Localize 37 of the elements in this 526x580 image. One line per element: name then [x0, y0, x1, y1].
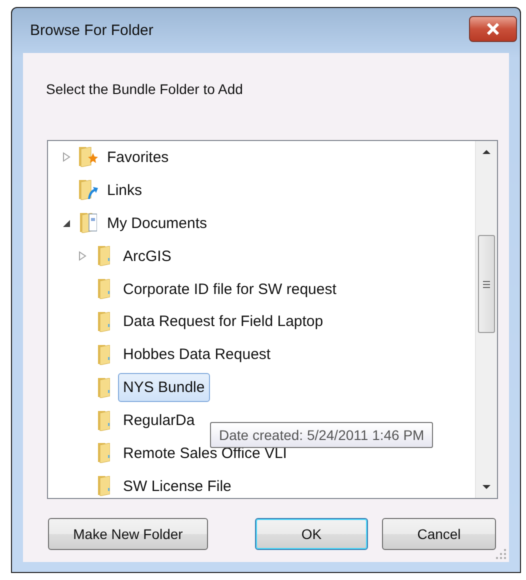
tree-item[interactable]: SW License File	[118, 472, 236, 498]
expand-arrow-icon[interactable]	[62, 152, 70, 162]
expand-arrow-icon[interactable]	[78, 251, 86, 262]
dialog-button[interactable]: Cancel	[382, 518, 496, 550]
collapse-arrow-icon[interactable]	[62, 218, 70, 228]
prompt-text: Select the Bundle Folder to Add	[45, 80, 244, 97]
tree-item[interactable]: Corporate ID file for SW request	[118, 274, 342, 304]
scroll-thumb[interactable]	[478, 235, 495, 333]
folder-icon	[98, 279, 110, 299]
documents-folder-icon	[80, 213, 96, 234]
dialog-button[interactable]: OK	[255, 518, 368, 550]
tree-item[interactable]: NYS Bundle	[118, 373, 210, 402]
window-title: Browse For Folder	[30, 22, 154, 39]
folder-icon	[98, 344, 110, 365]
folder-icon	[98, 378, 110, 398]
scroll-up-icon[interactable]	[482, 149, 491, 155]
tree-item[interactable]: My Documents	[102, 208, 212, 238]
close-button[interactable]	[469, 16, 517, 42]
folder-icon	[98, 443, 110, 464]
folder-icon	[98, 410, 110, 431]
star-folder-icon	[78, 147, 98, 168]
folder-icon	[98, 312, 110, 332]
folder-icon	[98, 246, 110, 266]
tree-item[interactable]: Hobbes Data Request	[118, 340, 276, 370]
dialog-button[interactable]: Make New Folder	[48, 518, 208, 550]
tooltip: Date created: 5/24/2011 1:46 PM	[210, 422, 434, 448]
link-folder-icon	[78, 180, 98, 200]
tree-item[interactable]: Favorites	[102, 142, 174, 172]
close-icon	[486, 22, 500, 34]
vertical-scrollbar[interactable]	[475, 141, 497, 498]
scroll-down-icon[interactable]	[482, 484, 491, 490]
tree-item[interactable]: RegularDa	[118, 406, 200, 436]
tree-item[interactable]: ArcGIS	[118, 242, 176, 271]
folder-icon	[98, 476, 110, 496]
resize-grip-icon[interactable]	[496, 549, 506, 559]
tree-item[interactable]: Data Request for Field Laptop	[118, 307, 328, 336]
tree-item[interactable]: Links	[102, 176, 148, 205]
